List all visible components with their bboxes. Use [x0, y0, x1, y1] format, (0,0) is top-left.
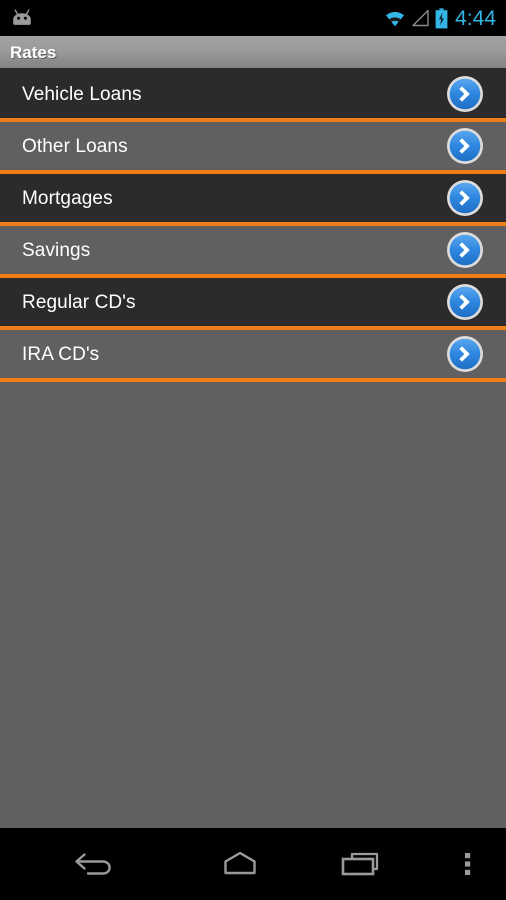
- home-button[interactable]: [190, 828, 290, 900]
- battery-charging-icon: [435, 7, 448, 29]
- status-bar-notifications: [10, 8, 34, 28]
- status-bar-clock: 4:44: [455, 6, 496, 30]
- list-item-label: Mortgages: [22, 187, 113, 209]
- status-bar: 4:44: [0, 0, 506, 36]
- overflow-menu-icon: [458, 847, 478, 881]
- app-screen: 4:44 Rates Vehicle Loans Other Loans Mor…: [0, 0, 506, 900]
- android-robot-icon: [10, 8, 34, 28]
- list-item[interactable]: Mortgages: [0, 174, 506, 226]
- list-item-label: Vehicle Loans: [22, 83, 142, 105]
- list-item[interactable]: Regular CD's: [0, 278, 506, 330]
- home-icon: [212, 847, 268, 881]
- page-title: Rates: [10, 42, 57, 62]
- title-bar: Rates: [0, 36, 506, 70]
- back-icon: [71, 847, 119, 881]
- wifi-icon: [384, 9, 406, 27]
- chevron-right-circle-icon[interactable]: [446, 75, 484, 113]
- list-item-label: IRA CD's: [22, 343, 100, 365]
- system-navigation-bar: [0, 828, 506, 900]
- recent-apps-icon: [332, 847, 388, 881]
- status-bar-indicators: 4:44: [384, 8, 496, 29]
- back-button[interactable]: [0, 828, 190, 900]
- chevron-right-circle-icon[interactable]: [446, 335, 484, 373]
- rates-list: Vehicle Loans Other Loans Mortgages Savi…: [0, 70, 506, 382]
- chevron-right-circle-icon[interactable]: [446, 179, 484, 217]
- overflow-menu-button[interactable]: [430, 828, 506, 900]
- list-item-label: Regular CD's: [22, 291, 136, 313]
- chevron-right-circle-icon[interactable]: [446, 283, 484, 321]
- cell-signal-icon: [411, 9, 430, 27]
- list-item[interactable]: Other Loans: [0, 122, 506, 174]
- chevron-right-circle-icon[interactable]: [446, 127, 484, 165]
- list-item[interactable]: Savings: [0, 226, 506, 278]
- chevron-right-circle-icon[interactable]: [446, 231, 484, 269]
- list-item[interactable]: Vehicle Loans: [0, 70, 506, 122]
- list-item-label: Savings: [22, 239, 91, 261]
- recent-apps-button[interactable]: [290, 828, 430, 900]
- list-item[interactable]: IRA CD's: [0, 330, 506, 382]
- list-item-label: Other Loans: [22, 135, 128, 157]
